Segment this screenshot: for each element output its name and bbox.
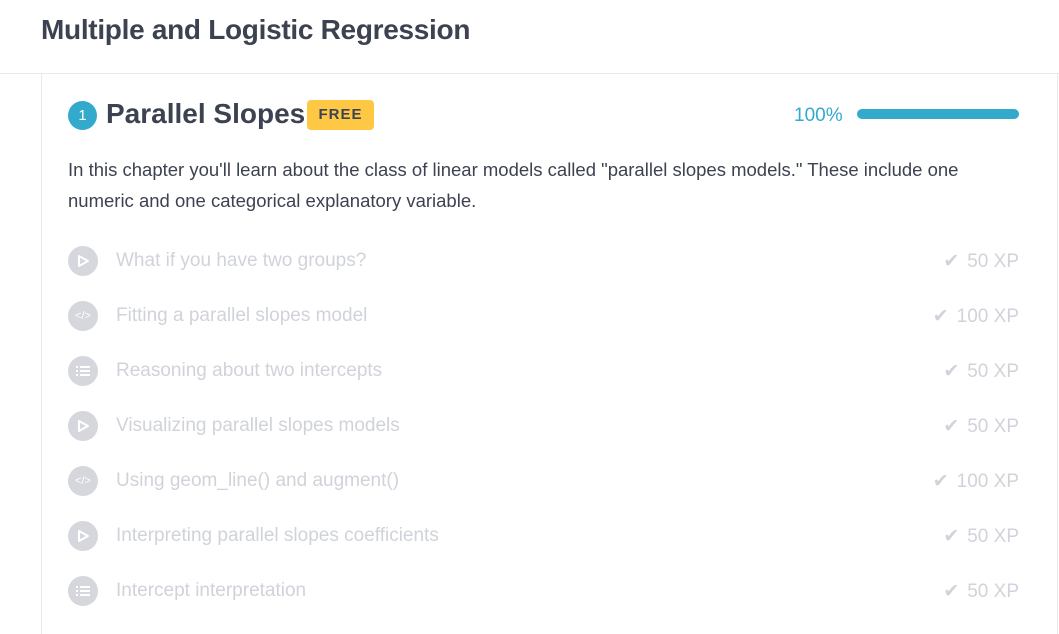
check-icon: ✔ xyxy=(943,526,960,547)
xp-value: 50 XP xyxy=(967,581,1019,602)
chapter-number: 1 xyxy=(68,101,97,130)
exercise-row[interactable]: </> Using geom_line() and augment() ✔ 100… xyxy=(68,461,1019,501)
play-icon xyxy=(68,246,98,276)
xp-value: 100 XP xyxy=(956,471,1019,492)
exercise-label: Using geom_line() and augment() xyxy=(116,470,400,491)
exercise-row[interactable]: Visualizing parallel slopes models ✔ 50 X… xyxy=(68,406,1019,446)
exercise-xp: ✔ 50 XP xyxy=(943,250,1019,273)
code-icon: </> xyxy=(68,466,98,496)
check-icon: ✔ xyxy=(943,581,960,602)
chapter-card: 1 Parallel Slopes FREE 100% In this chap… xyxy=(41,74,1058,634)
exercise-label: Fitting a parallel slopes model xyxy=(116,305,368,326)
free-badge: FREE xyxy=(307,100,374,130)
exercise-xp: ✔ 50 XP xyxy=(943,360,1019,383)
check-icon: ✔ xyxy=(943,251,960,272)
xp-value: 50 XP xyxy=(967,361,1019,382)
xp-value: 100 XP xyxy=(956,306,1019,327)
course-title: Multiple and Logistic Regression xyxy=(41,14,471,45)
exercise-xp: ✔ 50 XP xyxy=(943,525,1019,548)
exercise-row[interactable]: What if you have two groups? ✔ 50 XP xyxy=(68,241,1019,281)
check-icon: ✔ xyxy=(943,416,960,437)
list-icon xyxy=(68,576,98,606)
exercise-row[interactable]: Reasoning about two intercepts ✔ 50 XP xyxy=(68,351,1019,391)
exercise-label: Interpreting parallel slopes coefficient… xyxy=(116,525,439,546)
code-icon: </> xyxy=(68,301,98,331)
progress-label: 100% xyxy=(794,105,843,126)
xp-value: 50 XP xyxy=(967,251,1019,272)
list-icon xyxy=(68,356,98,386)
course-header: Multiple and Logistic Regression xyxy=(0,0,1059,74)
exercise-xp: ✔ 100 XP xyxy=(933,470,1019,493)
exercise-label: Intercept interpretation xyxy=(116,580,307,601)
exercise-row[interactable]: Interpreting parallel slopes coefficient… xyxy=(68,516,1019,556)
exercise-xp: ✔ 50 XP xyxy=(943,415,1019,438)
exercise-label: What if you have two groups? xyxy=(116,250,367,271)
exercise-row[interactable]: </> Fitting a parallel slopes model ✔ 100… xyxy=(68,296,1019,336)
chapter-description: In this chapter you'll learn about the c… xyxy=(68,159,959,211)
exercise-label: Reasoning about two intercepts xyxy=(116,360,383,381)
exercise-label: Visualizing parallel slopes models xyxy=(116,415,400,436)
play-icon xyxy=(68,411,98,441)
chapter-title[interactable]: Parallel Slopes xyxy=(106,98,305,130)
play-icon xyxy=(68,521,98,551)
progress-bar xyxy=(857,109,1019,119)
check-icon: ✔ xyxy=(943,361,960,382)
exercise-xp: ✔ 100 XP xyxy=(933,305,1019,328)
progress-fill xyxy=(857,109,1019,119)
xp-value: 50 XP xyxy=(967,526,1019,547)
check-icon: ✔ xyxy=(932,306,949,327)
xp-value: 50 XP xyxy=(967,416,1019,437)
exercise-xp: ✔ 50 XP xyxy=(943,580,1019,603)
check-icon: ✔ xyxy=(932,471,949,492)
exercise-row[interactable]: Intercept interpretation ✔ 50 XP xyxy=(68,571,1019,611)
